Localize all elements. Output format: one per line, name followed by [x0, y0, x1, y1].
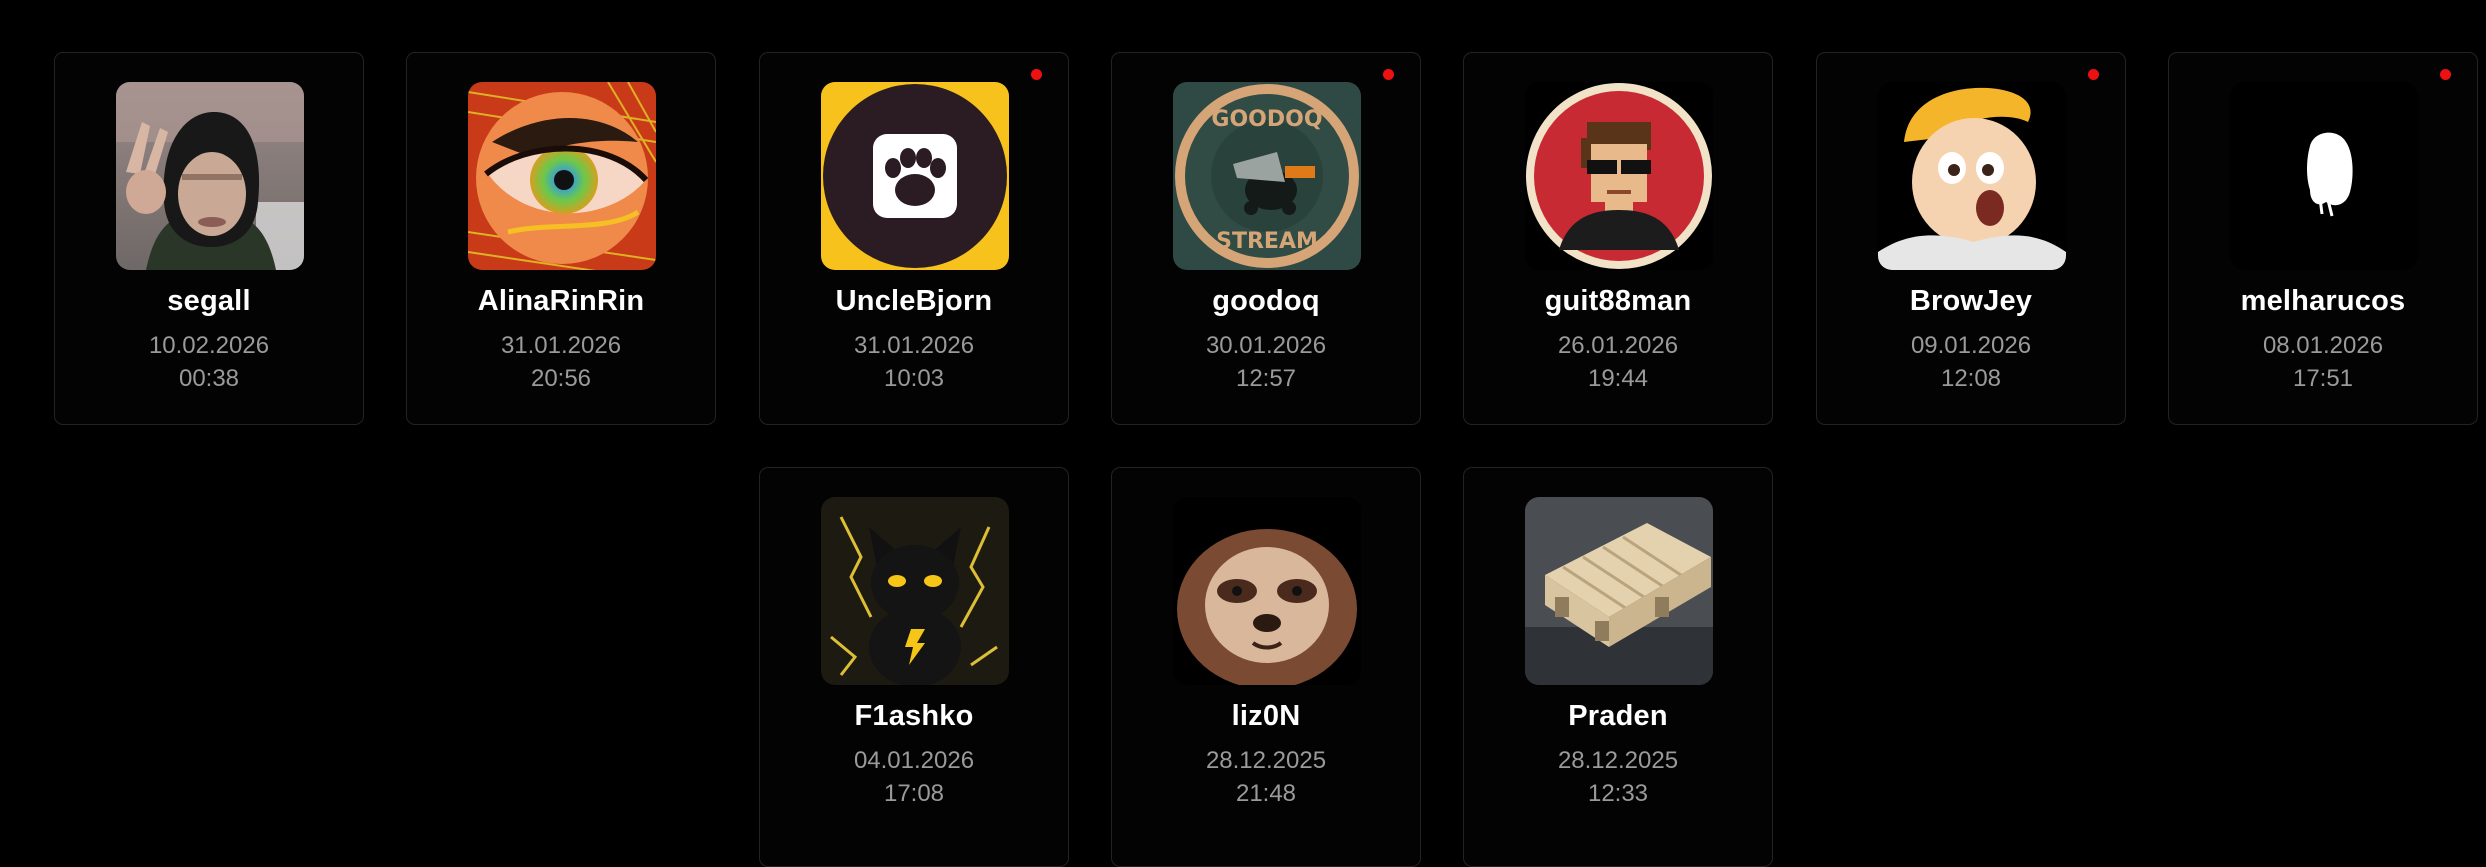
eye-art-icon — [468, 82, 656, 270]
channel-date: 30.01.2026 — [1205, 332, 1327, 359]
channel-card-praden[interactable]: Praden 28.12.2025 12:33 — [1463, 467, 1773, 867]
channel-card-segall[interactable]: segall 10.02.2026 00:38 — [54, 52, 364, 425]
channel-time: 20:56 — [530, 365, 592, 392]
channel-date: 28.12.2025 — [1557, 747, 1679, 774]
avatar[interactable] — [468, 82, 656, 270]
channel-time: 17:08 — [883, 780, 945, 807]
live-indicator-icon — [1031, 69, 1042, 80]
avatar[interactable] — [821, 497, 1009, 685]
channel-time: 17:51 — [2292, 365, 2354, 392]
channel-card-browjey[interactable]: BrowJey 09.01.2026 12:08 — [1816, 52, 2126, 425]
goodoq-stream-badge-icon: GOODOQ STREAM — [1173, 82, 1361, 270]
channel-card-alinarinrin[interactable]: AlinaRinRin 31.01.2026 20:56 — [406, 52, 716, 425]
channel-time: 12:33 — [1587, 780, 1649, 807]
cartoon-surprised-face-icon — [1878, 82, 2066, 270]
channel-name[interactable]: F1ashko — [760, 698, 1068, 734]
person-hooded-photo-icon — [116, 82, 304, 270]
channel-name[interactable]: liz0N — [1112, 698, 1420, 734]
channel-name[interactable]: melharucos — [2169, 283, 2477, 319]
channel-date: 31.01.2026 — [853, 332, 975, 359]
badge-top-text: GOODOQ — [1211, 107, 1322, 132]
channel-date: 28.12.2025 — [1205, 747, 1327, 774]
avatar[interactable] — [1878, 82, 2066, 270]
wooden-pallet-photo-icon — [1525, 497, 1713, 685]
channel-name[interactable]: goodoq — [1112, 283, 1420, 319]
channel-time: 12:08 — [1940, 365, 2002, 392]
ghost-silhouette-icon — [2230, 82, 2418, 270]
pixel-sloth-icon — [1173, 497, 1361, 685]
avatar[interactable] — [2230, 82, 2418, 270]
channel-card-f1ashko[interactable]: F1ashko 04.01.2026 17:08 — [759, 467, 1069, 867]
channel-time: 10:03 — [883, 365, 945, 392]
live-indicator-icon — [2088, 69, 2099, 80]
avatar[interactable] — [1525, 82, 1713, 270]
channel-name[interactable]: BrowJey — [1817, 283, 2125, 319]
channel-time: 00:38 — [178, 365, 240, 392]
pixel-man-sunglasses-icon — [1525, 82, 1713, 270]
channel-name[interactable]: guit88man — [1464, 283, 1772, 319]
channel-name[interactable]: AlinaRinRin — [407, 283, 715, 319]
channel-name[interactable]: segall — [55, 283, 363, 319]
channel-card-unclebjorn[interactable]: UncleBjorn 31.01.2026 10:03 — [759, 52, 1069, 425]
avatar[interactable] — [116, 82, 304, 270]
black-cat-lightning-icon — [821, 497, 1009, 685]
channel-name[interactable]: UncleBjorn — [760, 283, 1068, 319]
channel-card-goodoq[interactable]: GOODOQ STREAM goodoq 30.01.2026 12:57 — [1111, 52, 1421, 425]
channel-card-guit88man[interactable]: guit88man 26.01.2026 19:44 — [1463, 52, 1773, 425]
channel-card-liz0n[interactable]: liz0N 28.12.2025 21:48 — [1111, 467, 1421, 867]
channel-time: 12:57 — [1235, 365, 1297, 392]
avatar[interactable] — [1525, 497, 1713, 685]
channel-date: 09.01.2026 — [1910, 332, 2032, 359]
avatar[interactable] — [821, 82, 1009, 270]
live-indicator-icon — [2440, 69, 2451, 80]
avatar[interactable] — [1173, 497, 1361, 685]
live-indicator-icon — [1383, 69, 1394, 80]
channel-time: 21:48 — [1235, 780, 1297, 807]
channel-date: 10.02.2026 — [148, 332, 270, 359]
badge-bottom-text: STREAM — [1216, 229, 1318, 254]
channel-grid: segall 10.02.2026 00:38 AlinaRinRin 31.0… — [0, 0, 2486, 867]
channel-name[interactable]: Praden — [1464, 698, 1772, 734]
channel-card-melharucos[interactable]: melharucos 08.01.2026 17:51 — [2168, 52, 2478, 425]
channel-time: 19:44 — [1587, 365, 1649, 392]
avatar[interactable]: GOODOQ STREAM — [1173, 82, 1361, 270]
channel-date: 31.01.2026 — [500, 332, 622, 359]
channel-date: 08.01.2026 — [2262, 332, 2384, 359]
paw-icon — [821, 82, 1009, 270]
channel-date: 04.01.2026 — [853, 747, 975, 774]
channel-date: 26.01.2026 — [1557, 332, 1679, 359]
